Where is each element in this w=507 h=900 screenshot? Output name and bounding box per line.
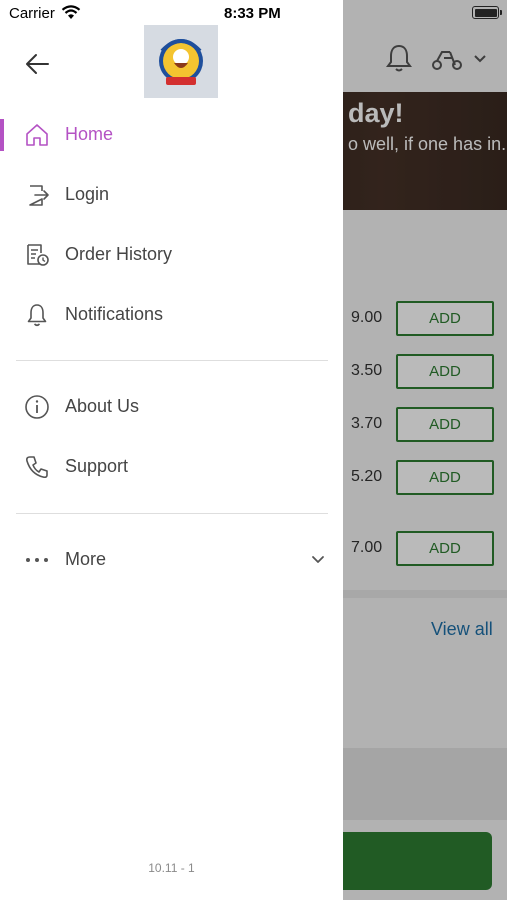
menu-item-support[interactable]: Support — [0, 442, 343, 492]
info-icon — [25, 395, 49, 419]
chevron-down-icon[interactable] — [309, 551, 327, 569]
navigation-drawer: Home Login Order History Notifications A… — [0, 0, 343, 900]
bell-icon — [27, 304, 47, 327]
menu-label-order-history: Order History — [65, 244, 173, 264]
menu-divider — [16, 360, 328, 361]
back-arrow-icon[interactable] — [24, 50, 52, 78]
menu-item-login[interactable]: Login — [0, 170, 343, 220]
menu-label-notifications: Notifications — [65, 304, 164, 324]
login-icon — [29, 185, 49, 206]
status-bar: Carrier 8:33 PM — [0, 0, 507, 28]
menu-item-about-us[interactable]: About Us — [0, 382, 343, 432]
battery-tip — [500, 10, 502, 15]
battery-icon — [472, 6, 499, 19]
menu-item-notifications[interactable]: Notifications — [0, 290, 343, 340]
more-dots-icon — [26, 558, 48, 562]
menu-item-order-history[interactable]: Order History — [0, 230, 343, 280]
menu-item-more[interactable]: More — [0, 535, 343, 585]
status-time: 8:33 PM — [224, 5, 281, 22]
menu-label-more: More — [65, 549, 107, 569]
menu-item-home[interactable]: Home — [0, 110, 343, 160]
phone-icon — [26, 456, 48, 479]
menu-label-login: Login — [65, 184, 110, 204]
menu-label-support: Support — [65, 456, 129, 476]
app-version: 10.11 - 1 — [148, 861, 195, 875]
wifi-icon — [61, 5, 81, 19]
order-history-icon — [27, 244, 49, 266]
menu-label-home: Home — [65, 124, 114, 144]
active-indicator — [0, 119, 4, 151]
menu-label-about-us: About Us — [65, 396, 140, 416]
home-icon — [26, 124, 48, 146]
carrier-label: Carrier — [9, 5, 55, 22]
menu-divider — [16, 513, 328, 514]
restaurant-logo — [144, 25, 218, 98]
